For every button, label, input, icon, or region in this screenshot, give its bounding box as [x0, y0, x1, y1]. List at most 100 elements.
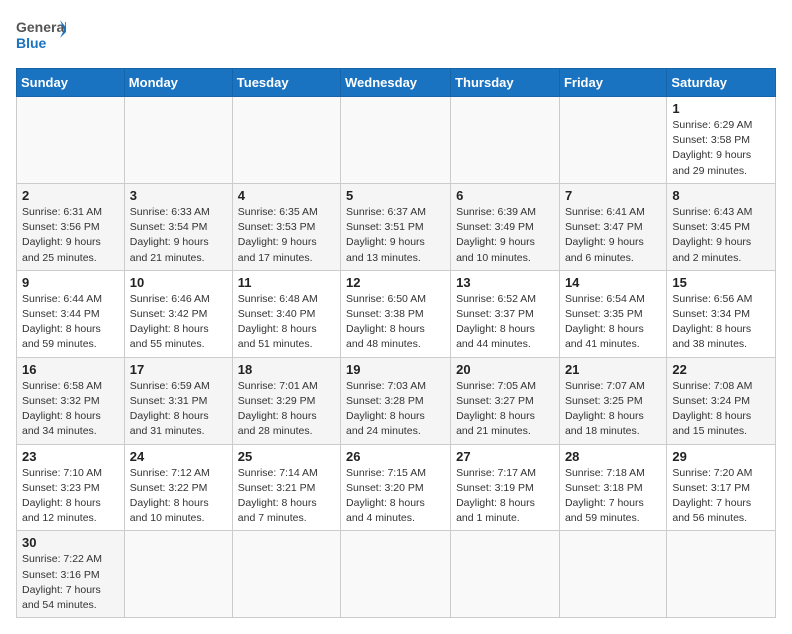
calendar-week-row: 30Sunrise: 7:22 AM Sunset: 3:16 PM Dayli…	[17, 531, 776, 618]
calendar-cell: 22Sunrise: 7:08 AM Sunset: 3:24 PM Dayli…	[667, 357, 776, 444]
day-info: Sunrise: 7:18 AM Sunset: 3:18 PM Dayligh…	[565, 466, 661, 527]
day-info: Sunrise: 7:07 AM Sunset: 3:25 PM Dayligh…	[565, 379, 661, 440]
day-number: 9	[22, 275, 119, 290]
day-number: 26	[346, 449, 445, 464]
day-number: 14	[565, 275, 661, 290]
calendar-cell: 12 Sunrise: 6:50 AM Sunset: 3:38 PM Dayli…	[341, 270, 451, 357]
weekday-header-wednesday: Wednesday	[341, 69, 451, 97]
calendar-cell: 9Sunrise: 6:44 AM Sunset: 3:44 PM Daylig…	[17, 270, 125, 357]
calendar-cell	[341, 531, 451, 618]
calendar-cell: 16 Sunrise: 6:58 AM Sunset: 3:32 PM Dayli…	[17, 357, 125, 444]
calendar-week-row: 16 Sunrise: 6:58 AM Sunset: 3:32 PM Dayli…	[17, 357, 776, 444]
day-info: Sunrise: 6:58 AM Sunset: 3:32 PM Dayligh…	[22, 379, 119, 440]
calendar-cell: 6Sunrise: 6:39 AM Sunset: 3:49 PM Daylig…	[451, 183, 560, 270]
day-number: 21	[565, 362, 661, 377]
day-number: 16	[22, 362, 119, 377]
day-info: Sunrise: 7:12 AM Sunset: 3:22 PM Dayligh…	[130, 466, 227, 527]
day-number: 20	[456, 362, 554, 377]
weekday-header-monday: Monday	[124, 69, 232, 97]
day-number: 3	[130, 188, 227, 203]
calendar-cell: 8 Sunrise: 6:43 AM Sunset: 3:45 PM Daylig…	[667, 183, 776, 270]
calendar-week-row: 2Sunrise: 6:31 AM Sunset: 3:56 PM Daylig…	[17, 183, 776, 270]
calendar-cell: 30Sunrise: 7:22 AM Sunset: 3:16 PM Dayli…	[17, 531, 125, 618]
calendar-cell	[232, 531, 340, 618]
calendar-cell	[232, 97, 340, 184]
day-number: 19	[346, 362, 445, 377]
day-number: 7	[565, 188, 661, 203]
calendar-cell: 10 Sunrise: 6:46 AM Sunset: 3:42 PM Dayli…	[124, 270, 232, 357]
calendar-cell: 3 Sunrise: 6:33 AM Sunset: 3:54 PM Daylig…	[124, 183, 232, 270]
day-info: Sunrise: 6:29 AM Sunset: 3:58 PM Dayligh…	[672, 118, 770, 179]
day-number: 15	[672, 275, 770, 290]
calendar-cell	[451, 531, 560, 618]
calendar-cell: 17 Sunrise: 6:59 AM Sunset: 3:31 PM Dayli…	[124, 357, 232, 444]
day-number: 17	[130, 362, 227, 377]
calendar-cell: 28Sunrise: 7:18 AM Sunset: 3:18 PM Dayli…	[559, 444, 666, 531]
day-info: Sunrise: 6:46 AM Sunset: 3:42 PM Dayligh…	[130, 292, 227, 353]
day-info: Sunrise: 6:48 AM Sunset: 3:40 PM Dayligh…	[238, 292, 335, 353]
weekday-header-friday: Friday	[559, 69, 666, 97]
calendar-cell: 2Sunrise: 6:31 AM Sunset: 3:56 PM Daylig…	[17, 183, 125, 270]
calendar-cell	[667, 531, 776, 618]
calendar-cell: 18Sunrise: 7:01 AM Sunset: 3:29 PM Dayli…	[232, 357, 340, 444]
day-info: Sunrise: 6:56 AM Sunset: 3:34 PM Dayligh…	[672, 292, 770, 353]
day-info: Sunrise: 6:39 AM Sunset: 3:49 PM Dayligh…	[456, 205, 554, 266]
calendar-cell: 4 Sunrise: 6:35 AM Sunset: 3:53 PM Daylig…	[232, 183, 340, 270]
day-number: 8	[672, 188, 770, 203]
calendar-cell: 20 Sunrise: 7:05 AM Sunset: 3:27 PM Dayli…	[451, 357, 560, 444]
calendar-week-row: 23 Sunrise: 7:10 AM Sunset: 3:23 PM Dayli…	[17, 444, 776, 531]
day-info: Sunrise: 6:59 AM Sunset: 3:31 PM Dayligh…	[130, 379, 227, 440]
day-info: Sunrise: 6:41 AM Sunset: 3:47 PM Dayligh…	[565, 205, 661, 266]
weekday-header-sunday: Sunday	[17, 69, 125, 97]
calendar-cell: 14 Sunrise: 6:54 AM Sunset: 3:35 PM Dayli…	[559, 270, 666, 357]
day-info: Sunrise: 6:37 AM Sunset: 3:51 PM Dayligh…	[346, 205, 445, 266]
day-info: Sunrise: 6:35 AM Sunset: 3:53 PM Dayligh…	[238, 205, 335, 266]
weekday-header-saturday: Saturday	[667, 69, 776, 97]
calendar-cell: 25Sunrise: 7:14 AM Sunset: 3:21 PM Dayli…	[232, 444, 340, 531]
day-info: Sunrise: 6:33 AM Sunset: 3:54 PM Dayligh…	[130, 205, 227, 266]
day-info: Sunrise: 6:43 AM Sunset: 3:45 PM Dayligh…	[672, 205, 770, 266]
calendar-cell	[559, 531, 666, 618]
calendar-cell: 24Sunrise: 7:12 AM Sunset: 3:22 PM Dayli…	[124, 444, 232, 531]
day-info: Sunrise: 7:10 AM Sunset: 3:23 PM Dayligh…	[22, 466, 119, 527]
day-number: 11	[238, 275, 335, 290]
day-info: Sunrise: 6:54 AM Sunset: 3:35 PM Dayligh…	[565, 292, 661, 353]
weekday-header-tuesday: Tuesday	[232, 69, 340, 97]
calendar-week-row: 9Sunrise: 6:44 AM Sunset: 3:44 PM Daylig…	[17, 270, 776, 357]
day-number: 13	[456, 275, 554, 290]
calendar-cell	[559, 97, 666, 184]
general-blue-logo-icon: General Blue	[16, 16, 66, 56]
day-info: Sunrise: 6:50 AM Sunset: 3:38 PM Dayligh…	[346, 292, 445, 353]
day-number: 23	[22, 449, 119, 464]
weekday-header-thursday: Thursday	[451, 69, 560, 97]
day-info: Sunrise: 7:20 AM Sunset: 3:17 PM Dayligh…	[672, 466, 770, 527]
day-number: 12	[346, 275, 445, 290]
calendar-cell: 1Sunrise: 6:29 AM Sunset: 3:58 PM Daylig…	[667, 97, 776, 184]
day-info: Sunrise: 7:05 AM Sunset: 3:27 PM Dayligh…	[456, 379, 554, 440]
calendar-cell: 23 Sunrise: 7:10 AM Sunset: 3:23 PM Dayli…	[17, 444, 125, 531]
calendar-table: SundayMondayTuesdayWednesdayThursdayFrid…	[16, 68, 776, 618]
calendar-cell: 13 Sunrise: 6:52 AM Sunset: 3:37 PM Dayli…	[451, 270, 560, 357]
day-info: Sunrise: 6:52 AM Sunset: 3:37 PM Dayligh…	[456, 292, 554, 353]
day-number: 4	[238, 188, 335, 203]
day-number: 30	[22, 535, 119, 550]
calendar-cell	[17, 97, 125, 184]
day-info: Sunrise: 7:03 AM Sunset: 3:28 PM Dayligh…	[346, 379, 445, 440]
day-info: Sunrise: 7:17 AM Sunset: 3:19 PM Dayligh…	[456, 466, 554, 527]
calendar-cell: 27Sunrise: 7:17 AM Sunset: 3:19 PM Dayli…	[451, 444, 560, 531]
svg-text:Blue: Blue	[16, 35, 47, 51]
calendar-cell: 26 Sunrise: 7:15 AM Sunset: 3:20 PM Dayli…	[341, 444, 451, 531]
day-info: Sunrise: 7:01 AM Sunset: 3:29 PM Dayligh…	[238, 379, 335, 440]
calendar-cell	[124, 97, 232, 184]
logo: General Blue	[16, 16, 66, 56]
calendar-cell: 7 Sunrise: 6:41 AM Sunset: 3:47 PM Daylig…	[559, 183, 666, 270]
day-number: 10	[130, 275, 227, 290]
day-number: 5	[346, 188, 445, 203]
day-info: Sunrise: 7:08 AM Sunset: 3:24 PM Dayligh…	[672, 379, 770, 440]
day-info: Sunrise: 7:14 AM Sunset: 3:21 PM Dayligh…	[238, 466, 335, 527]
day-info: Sunrise: 7:15 AM Sunset: 3:20 PM Dayligh…	[346, 466, 445, 527]
calendar-cell	[341, 97, 451, 184]
calendar-cell: 29Sunrise: 7:20 AM Sunset: 3:17 PM Dayli…	[667, 444, 776, 531]
calendar-week-row: 1Sunrise: 6:29 AM Sunset: 3:58 PM Daylig…	[17, 97, 776, 184]
weekday-header-row: SundayMondayTuesdayWednesdayThursdayFrid…	[17, 69, 776, 97]
